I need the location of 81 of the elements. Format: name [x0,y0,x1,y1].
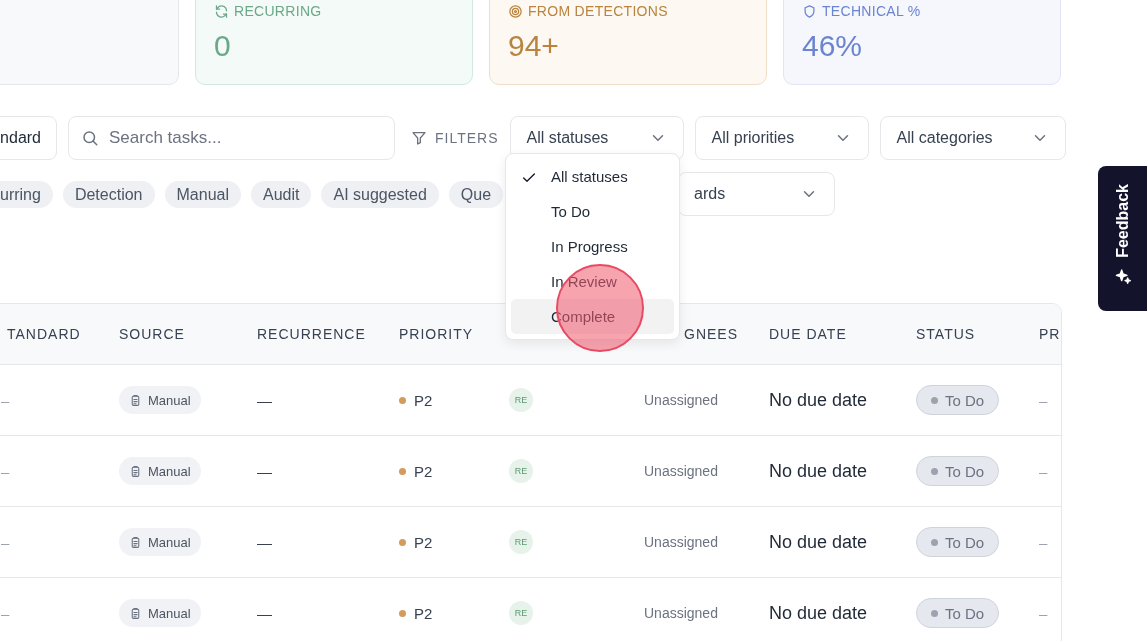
feedback-tab[interactable]: Feedback [1098,166,1147,311]
table-cell: — [257,462,272,480]
priority-dot [399,538,406,546]
menu-item[interactable]: In Review [511,264,674,299]
column-header: PR [1039,326,1061,342]
dropdown[interactable]: ards [678,172,835,216]
assignees-text: Unassigned [644,392,718,408]
menu-item[interactable]: In Progress [511,229,674,264]
refresh-icon [214,3,229,19]
priority-dot [399,396,406,404]
priority-dot [399,609,406,617]
table-cell: – [1039,391,1048,409]
priority-dot [399,467,406,475]
table-cell: — [257,533,272,551]
sparkle-icon [1114,267,1131,284]
owner-avatar: RE [509,459,533,483]
table-cell: – [1,533,10,551]
table-cell: – [1,604,10,622]
due-date: No due date [769,460,868,482]
card-label: RECURRING [234,3,322,19]
stat-value: 94+ [508,29,559,63]
shield-icon [802,3,817,19]
card-label: TECHNICAL % [822,3,921,19]
status-pill: To Do [916,598,1000,628]
column-header: PRIORITY [399,326,474,342]
funnel-icon [411,130,427,146]
search-icon [81,129,99,147]
search-field[interactable]: Search tasks... [68,116,395,160]
column-header: RECURRENCE [257,326,366,342]
status-pill: To Do [916,527,1000,557]
filter-chip[interactable]: urring [0,180,53,208]
clipboard-icon [129,393,142,407]
stat-value: 0 [214,29,231,63]
source-tag: Manual [119,528,201,556]
column-header: SOURCE [119,326,185,342]
target-icon [508,3,523,19]
owner-avatar: RE [509,388,533,412]
menu-item[interactable]: All statuses [511,159,674,194]
priority-label: P2 [414,604,433,622]
filter-chip[interactable]: Audit [251,180,312,208]
card-label: FROM DETECTIONS [528,3,668,19]
filters-label: FILTERS [435,130,499,146]
standard-button[interactable]: ndard [0,116,57,160]
table-cell: – [1,462,10,480]
priority-label: P2 [414,391,433,409]
filter-chip[interactable]: Detection [62,180,155,208]
owner-avatar: RE [509,530,533,554]
table-cell: – [1039,533,1048,551]
table-cell: – [1039,604,1048,622]
due-date: No due date [769,602,868,624]
source-tag: Manual [119,386,201,414]
status-pill: To Do [916,456,1000,486]
column-header: TANDARD [7,326,81,342]
table-cell: — [257,604,272,622]
priority-label: P2 [414,533,433,551]
table-cell: – [1039,462,1048,480]
dropdown[interactable]: All categories [879,116,1066,160]
due-date: No due date [769,389,868,411]
due-date: No due date [769,531,868,553]
status-pill: To Do [916,385,1000,415]
filter-chip[interactable]: Que [448,180,504,208]
source-tag: Manual [119,599,201,627]
owner-avatar: RE [509,601,533,625]
dropdown[interactable]: All priorities [694,116,869,160]
column-header: DUE DATE [769,326,847,342]
table-cell: — [257,391,272,409]
column-header: GNEES [684,326,738,342]
column-header: STATUS [916,326,976,342]
priority-label: P2 [414,462,433,480]
clipboard-icon [129,606,142,620]
filter-chip[interactable]: AI suggested [321,180,439,208]
stat-value: 46% [802,29,863,63]
assignees-text: Unassigned [644,534,718,550]
clipboard-icon [129,535,142,549]
filter-chip[interactable]: Manual [164,180,241,208]
source-tag: Manual [119,457,201,485]
assignees-text: Unassigned [644,463,718,479]
table-cell: – [1,391,10,409]
clipboard-icon [129,464,142,478]
menu-item[interactable]: To Do [511,194,674,229]
assignees-text: Unassigned [644,605,718,621]
